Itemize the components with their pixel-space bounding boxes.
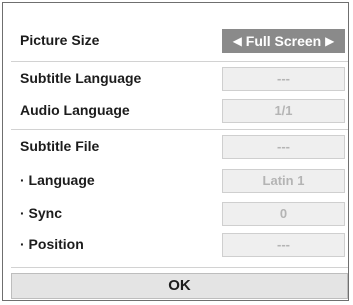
divider — [11, 61, 348, 62]
position-field[interactable]: --- — [222, 233, 345, 257]
position-row: · Position --- — [20, 229, 346, 259]
subtitle-file-label: Subtitle File — [20, 138, 100, 154]
sync-row: · Sync 0 — [20, 198, 346, 228]
subtitle-encoding-row: · Language Latin 1 — [20, 165, 346, 195]
subtitle-encoding-field[interactable]: Latin 1 — [222, 169, 345, 193]
position-label: · Position — [20, 236, 84, 252]
picture-size-value: Full Screen — [245, 33, 322, 49]
arrow-left-icon[interactable]: ◀ — [233, 30, 242, 52]
ok-button[interactable]: OK — [11, 273, 348, 299]
sync-label: · Sync — [20, 205, 63, 221]
subtitle-file-field[interactable]: --- — [222, 135, 345, 159]
sync-field[interactable]: 0 — [222, 202, 345, 226]
audio-language-label: Audio Language — [20, 102, 130, 118]
picture-size-label: Picture Size — [20, 32, 100, 48]
audio-language-field[interactable]: 1/1 — [222, 99, 345, 123]
divider — [11, 267, 348, 268]
arrow-right-icon[interactable]: ▶ — [325, 30, 334, 52]
subtitle-language-row: Subtitle Language --- — [20, 63, 346, 93]
picture-size-selector[interactable]: ◀ Full Screen ▶ — [222, 29, 345, 53]
picture-size-row: Picture Size ◀ Full Screen ▶ — [20, 25, 346, 55]
divider — [11, 129, 348, 130]
subtitle-encoding-label: · Language — [20, 172, 95, 188]
options-dialog: Picture Size ◀ Full Screen ▶ Subtitle La… — [2, 2, 349, 301]
audio-language-row: Audio Language 1/1 — [20, 95, 346, 125]
subtitle-language-field[interactable]: --- — [222, 67, 345, 91]
subtitle-language-label: Subtitle Language — [20, 70, 142, 86]
subtitle-file-row: Subtitle File --- — [20, 131, 346, 161]
